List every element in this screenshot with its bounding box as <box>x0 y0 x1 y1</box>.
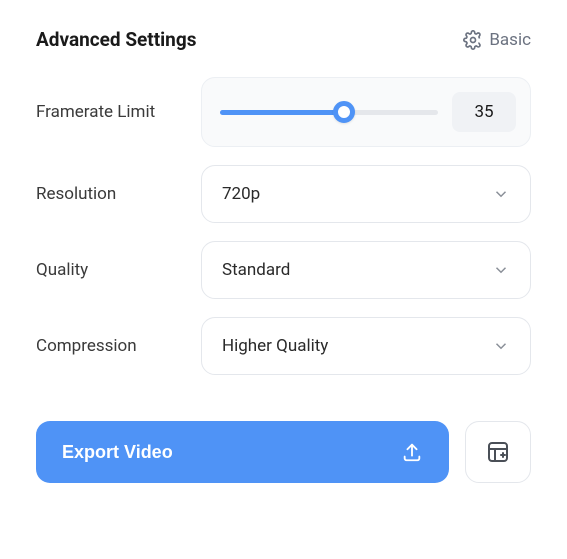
framerate-slider[interactable] <box>220 102 438 122</box>
compression-value: Higher Quality <box>222 336 328 356</box>
quality-select[interactable]: Standard <box>201 241 531 299</box>
mode-toggle-label: Basic <box>489 30 531 50</box>
slider-thumb[interactable] <box>333 101 355 123</box>
export-video-button[interactable]: Export Video <box>36 421 449 483</box>
add-layout-button[interactable] <box>465 421 531 483</box>
quality-value: Standard <box>222 260 290 280</box>
framerate-label: Framerate Limit <box>36 102 201 122</box>
export-video-label: Export Video <box>62 442 173 463</box>
chevron-down-icon <box>492 261 510 279</box>
resolution-label: Resolution <box>36 184 201 204</box>
mode-toggle-button[interactable]: Basic <box>463 30 531 50</box>
framerate-control: 35 <box>201 77 531 147</box>
resolution-value: 720p <box>222 184 260 204</box>
layout-add-icon <box>486 440 510 464</box>
framerate-value[interactable]: 35 <box>452 92 516 132</box>
resolution-select[interactable]: 720p <box>201 165 531 223</box>
gear-icon <box>463 30 483 50</box>
page-title: Advanced Settings <box>36 28 196 51</box>
quality-label: Quality <box>36 260 201 280</box>
compression-select[interactable]: Higher Quality <box>201 317 531 375</box>
compression-label: Compression <box>36 336 201 356</box>
slider-fill <box>220 110 344 115</box>
chevron-down-icon <box>492 185 510 203</box>
chevron-down-icon <box>492 337 510 355</box>
upload-icon <box>401 441 423 463</box>
